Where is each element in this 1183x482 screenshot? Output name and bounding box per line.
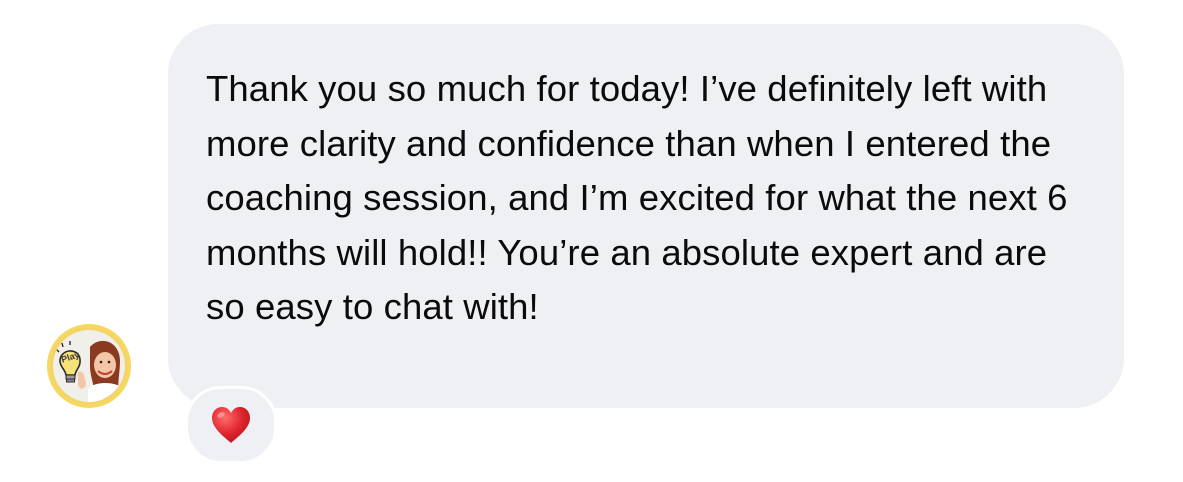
- message-bubble[interactable]: Thank you so much for today! I’ve defini…: [168, 24, 1124, 408]
- avatar-image: [53, 330, 125, 402]
- avatar[interactable]: Play: [47, 324, 131, 408]
- red-heart-icon: [212, 407, 250, 443]
- chat-thread: Thank you so much for today! I’ve defini…: [0, 0, 1183, 482]
- message-text: Thank you so much for today! I’ve defini…: [206, 68, 1068, 327]
- reaction-badge[interactable]: [185, 386, 277, 464]
